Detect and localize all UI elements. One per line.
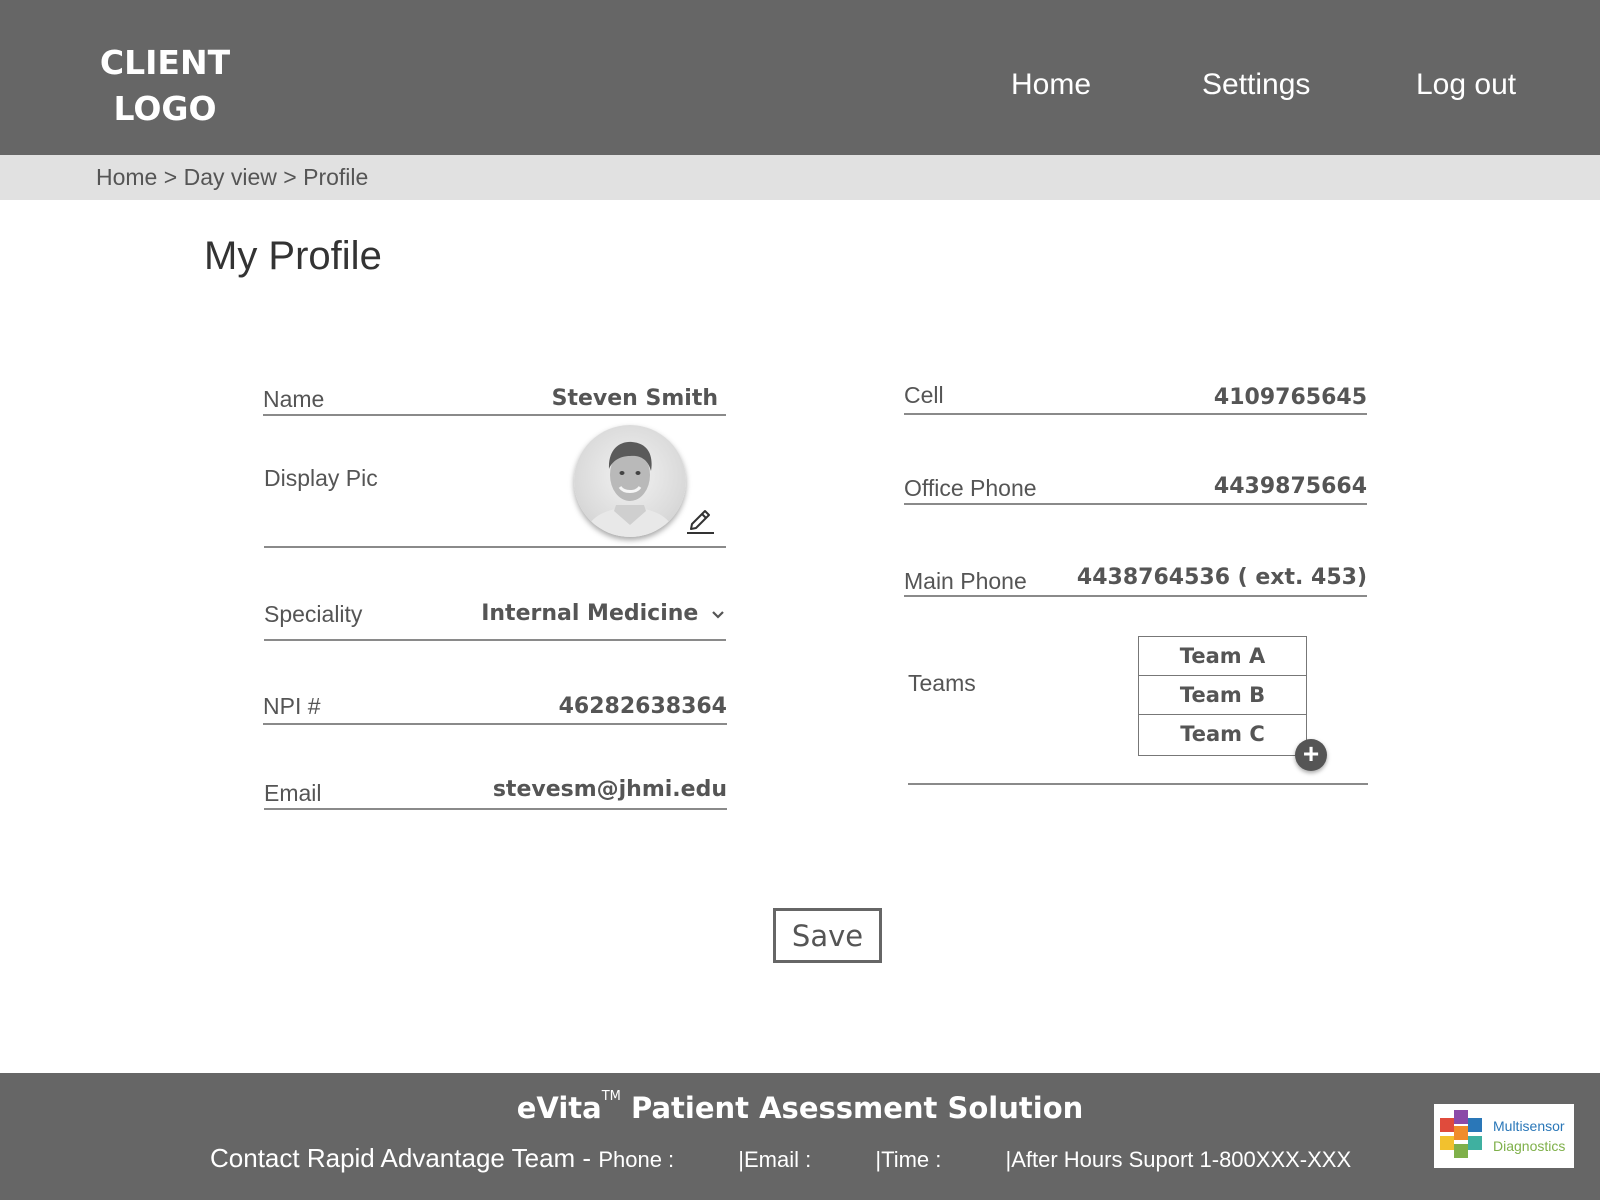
breadcrumb-separator: > [163,164,178,190]
main-phone-label: Main Phone [904,568,1027,594]
contact-phone: Phone : [598,1147,675,1172]
logo-line-1: CLIENT [99,43,231,82]
office-phone-label: Office Phone [904,475,1037,501]
office-phone-field: Office Phone 4439875664 [904,470,1367,505]
speciality-select[interactable]: Internal Medicine [481,601,726,626]
office-phone-value[interactable]: 4439875664 [1214,474,1367,499]
npi-field: NPI # 46282638364 [263,690,727,725]
contact-after-hours: |After Hours Suport 1-800XXX-XXX [1005,1147,1352,1172]
client-logo[interactable]: CLIENT LOGO [90,40,240,132]
nav-home[interactable]: Home [1011,68,1091,102]
breadcrumb-separator: > [283,164,297,190]
chevron-down-icon [712,611,724,619]
nav-settings[interactable]: Settings [1202,68,1310,102]
name-label: Name [263,386,325,412]
breadcrumb: Home > Day view > Profile [0,155,1600,200]
contact-email: |Email : [738,1147,812,1172]
partner-line-2: Diagnostics [1493,1138,1566,1154]
npi-label: NPI # [263,693,321,719]
contact-lead: Contact Rapid Advantage Team - [210,1143,599,1173]
multisensor-logo: Multisensor Diagnostics [1434,1104,1574,1168]
contact-time: |Time : [875,1147,942,1172]
page-title: My Profile [204,234,382,278]
name-value[interactable]: Steven Smith [552,386,718,411]
breadcrumb-home[interactable]: Home [96,164,157,190]
teams-label: Teams [908,670,976,696]
edit-pencil-icon[interactable] [684,503,716,535]
breadcrumb-day-view[interactable]: Day view [184,164,277,190]
footer-tm: TM [601,1089,621,1104]
breadcrumb-profile: Profile [303,164,369,190]
main-phone-value[interactable]: 4438764536 ( ext. 453) [1077,565,1367,590]
cell-field: Cell 4109765645 [904,378,1367,415]
team-item[interactable]: Team C [1139,715,1306,754]
email-field: Email stevesm@jhmi.edu [264,774,727,810]
footer-brand: eVita [516,1091,602,1125]
speciality-field: Speciality Internal Medicine [264,596,726,641]
email-value[interactable]: stevesm@jhmi.edu [493,777,727,802]
npi-value[interactable]: 46282638364 [559,694,727,719]
speciality-label: Speciality [264,601,363,627]
logo-line-2: LOGO [113,89,217,128]
avatar-portrait [584,441,676,537]
main-phone-field: Main Phone 4438764536 ( ext. 453) [904,560,1367,597]
speciality-value: Internal Medicine [481,601,699,626]
partner-line-1: Multisensor [1493,1118,1565,1134]
save-button[interactable]: Save [773,908,882,963]
display-pic-label: Display Pic [264,465,378,491]
team-item[interactable]: Team A [1139,637,1306,676]
team-item[interactable]: Team B [1139,676,1306,715]
footer-title: eVitaTM Patient Asessment Solution [0,1089,1600,1125]
breadcrumb-trail: Home > Day view > Profile [96,164,368,191]
footer-title-rest: Patient Asessment Solution [620,1091,1084,1125]
cell-value[interactable]: 4109765645 [1214,385,1367,410]
email-label: Email [264,780,322,806]
nav-logout[interactable]: Log out [1416,68,1516,102]
cell-label: Cell [904,382,944,408]
name-field: Name Steven Smith [263,380,726,416]
footer-contact: Contact Rapid Advantage Team - Phone : |… [210,1143,1351,1174]
partner-name: Multisensor Diagnostics [1493,1116,1565,1156]
teams-list: Team A Team B Team C [1138,636,1307,756]
add-team-plus-icon[interactable]: + [1295,739,1327,771]
avatar [574,425,686,537]
puzzle-logo-icon [1440,1110,1482,1158]
top-header: CLIENT LOGO Home Settings Log out [0,0,1600,155]
footer: eVitaTM Patient Asessment Solution Conta… [0,1073,1600,1200]
